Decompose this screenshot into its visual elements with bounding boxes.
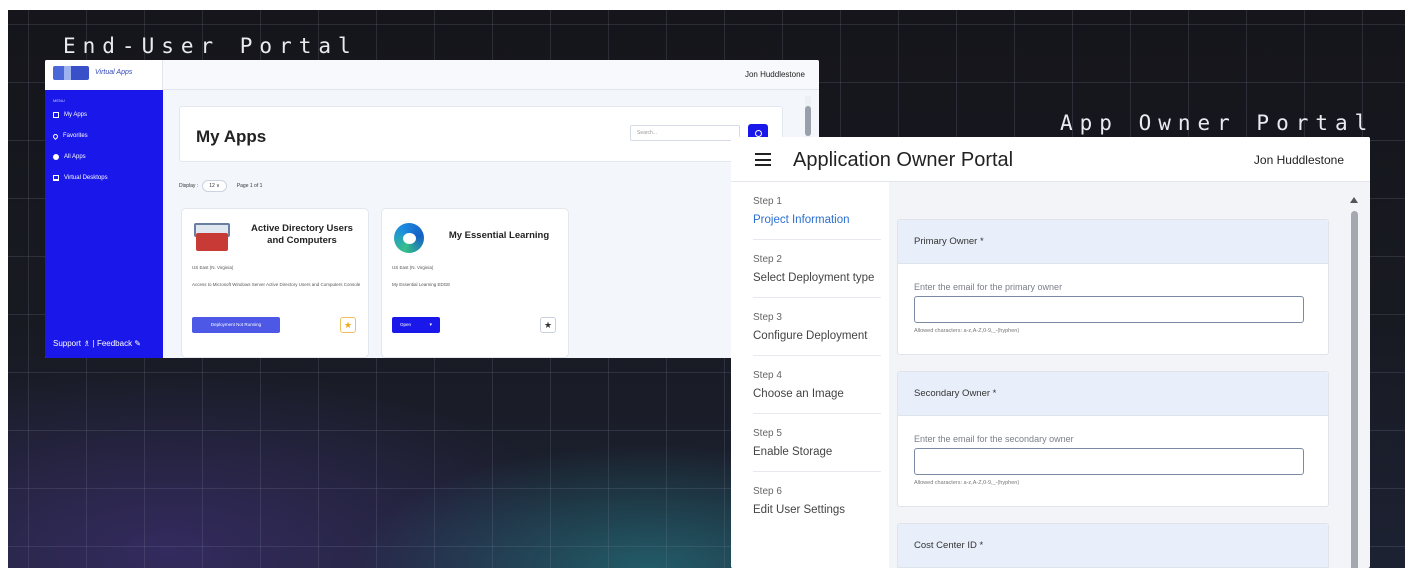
end-user-portal-window: Virtual Apps Jon Huddlestone MENU My App…	[45, 60, 819, 358]
app-card-description: Access to Microsoft Windows Server Activ…	[192, 282, 361, 287]
portal-header: Application Owner Portal Jon Huddlestone	[731, 137, 1370, 182]
allowed-characters-note: Allowed characters: a-z,A-Z,0-9,_-(hyphe…	[914, 328, 1020, 334]
app-card-title: My Essential Learning	[448, 230, 550, 241]
sidebar-item-favorites[interactable]: Favorites	[51, 132, 88, 140]
edge-browser-icon	[394, 223, 424, 253]
heart-icon	[51, 132, 60, 140]
menu-caption: MENU	[53, 98, 65, 103]
step-number: Step 6	[753, 486, 782, 497]
app-owner-portal-caption: App Owner Portal	[1060, 111, 1375, 135]
sidebar-item-label: My Apps	[64, 112, 88, 118]
step-choose-an-image[interactable]: Step 4 Choose an Image	[753, 356, 881, 414]
step-name: Select Deployment type	[753, 272, 875, 284]
desktop-icon	[53, 175, 59, 181]
top-bar: Virtual Apps Jon Huddlestone	[45, 60, 819, 90]
scroll-up-icon[interactable]	[1350, 197, 1358, 203]
toolbox-icon	[194, 221, 230, 253]
display-count-select[interactable]: 12 ∨	[202, 180, 227, 192]
app-owner-portal-window: Application Owner Portal Jon Huddlestone…	[731, 137, 1370, 568]
sidebar-item-my-apps[interactable]: My Apps	[53, 112, 87, 118]
step-number: Step 3	[753, 312, 782, 323]
step-enable-storage[interactable]: Step 5 Enable Storage	[753, 414, 881, 472]
section-heading: Secondary Owner *	[898, 372, 1328, 416]
secondary-owner-section: Secondary Owner * Enter the email for th…	[897, 371, 1329, 507]
app-card-region: US East (N. Virginia)	[392, 265, 434, 270]
app-card-description: My Essential Learning EDGE	[392, 282, 451, 287]
display-label: Display :	[179, 183, 199, 189]
menu-icon[interactable]	[755, 153, 771, 166]
open-button[interactable]: Open	[392, 317, 440, 333]
page-header-card: My Apps Search...	[179, 106, 783, 162]
step-name: Configure Deployment	[753, 330, 868, 342]
app-card-active-directory[interactable]: Active Directory Users and Computers US …	[181, 208, 369, 358]
page-title: My Apps	[196, 127, 267, 146]
user-name[interactable]: Jon Huddlestone	[1254, 153, 1344, 167]
step-number: Step 1	[753, 196, 782, 207]
step-edit-user-settings[interactable]: Step 6 Edit User Settings	[753, 472, 881, 530]
logo-icon	[53, 66, 89, 80]
search-input[interactable]: Search...	[630, 125, 740, 141]
background-stage: End-User Portal App Owner Portal Virtual…	[8, 10, 1405, 568]
step-configure-deployment[interactable]: Step 3 Configure Deployment	[753, 298, 881, 356]
field-hint: Enter the email for the primary owner	[914, 282, 1063, 292]
step-name: Edit User Settings	[753, 504, 846, 516]
primary-owner-section: Primary Owner * Enter the email for the …	[897, 219, 1329, 355]
deployment-status-button[interactable]: Deployment Not Running	[192, 317, 280, 333]
scrollbar[interactable]	[1350, 197, 1358, 568]
display-controls: Display : 12 ∨ Page 1 of 1	[179, 180, 262, 192]
favorite-star-icon[interactable]: ★	[540, 317, 556, 333]
monitor-icon	[53, 112, 59, 118]
step-select-deployment-type[interactable]: Step 2 Select Deployment type	[753, 240, 881, 298]
step-number: Step 4	[753, 370, 782, 381]
steps-sidebar: Step 1 Project Information Step 2 Select…	[731, 182, 889, 568]
step-number: Step 2	[753, 254, 782, 265]
end-user-portal-caption: End-User Portal	[63, 34, 358, 58]
section-heading: Cost Center ID *	[898, 524, 1328, 568]
scrollbar-thumb[interactable]	[805, 106, 811, 136]
support-feedback-links[interactable]: Support ♗ | Feedback ✎	[53, 339, 141, 348]
sidebar-item-virtual-desktops[interactable]: Virtual Desktops	[53, 175, 108, 181]
step-name: Choose an Image	[753, 388, 844, 400]
page-info: Page 1 of 1	[236, 183, 263, 189]
app-card-region: US East (N. Virginia)	[192, 265, 234, 270]
app-card-title: Active Directory Users and Computers	[251, 223, 353, 246]
app-card-my-essential-learning[interactable]: My Essential Learning US East (N. Virgin…	[381, 208, 569, 358]
primary-owner-email-field[interactable]	[914, 296, 1304, 323]
sidebar-item-label: Favorites	[63, 133, 88, 139]
allowed-characters-note: Allowed characters: a-z,A-Z,0-9,_-(hyphe…	[914, 480, 1020, 486]
favorite-star-icon[interactable]: ★	[340, 317, 356, 333]
secondary-owner-email-field[interactable]	[914, 448, 1304, 475]
sidebar-item-all-apps[interactable]: All Apps	[53, 154, 86, 160]
logo-text: Virtual Apps	[95, 69, 133, 76]
step-name: Project Information	[753, 214, 850, 226]
step-name: Enable Storage	[753, 446, 833, 458]
section-heading: Primary Owner *	[898, 220, 1328, 264]
portal-title: Application Owner Portal	[793, 149, 1014, 171]
sidebar-item-label: Virtual Desktops	[64, 175, 108, 181]
sidebar-item-label: All Apps	[64, 154, 86, 160]
scrollbar-thumb[interactable]	[1351, 211, 1358, 568]
circle-icon	[53, 154, 59, 160]
step-number: Step 5	[753, 428, 782, 439]
user-name[interactable]: Jon Huddlestone	[745, 70, 805, 79]
logo[interactable]: Virtual Apps	[45, 60, 163, 90]
step-project-information[interactable]: Step 1 Project Information	[753, 182, 881, 240]
sidebar: MENU My Apps Favorites All Apps Virtual …	[45, 90, 163, 358]
cost-center-section: Cost Center ID *	[897, 523, 1329, 568]
field-hint: Enter the email for the secondary owner	[914, 434, 1074, 444]
